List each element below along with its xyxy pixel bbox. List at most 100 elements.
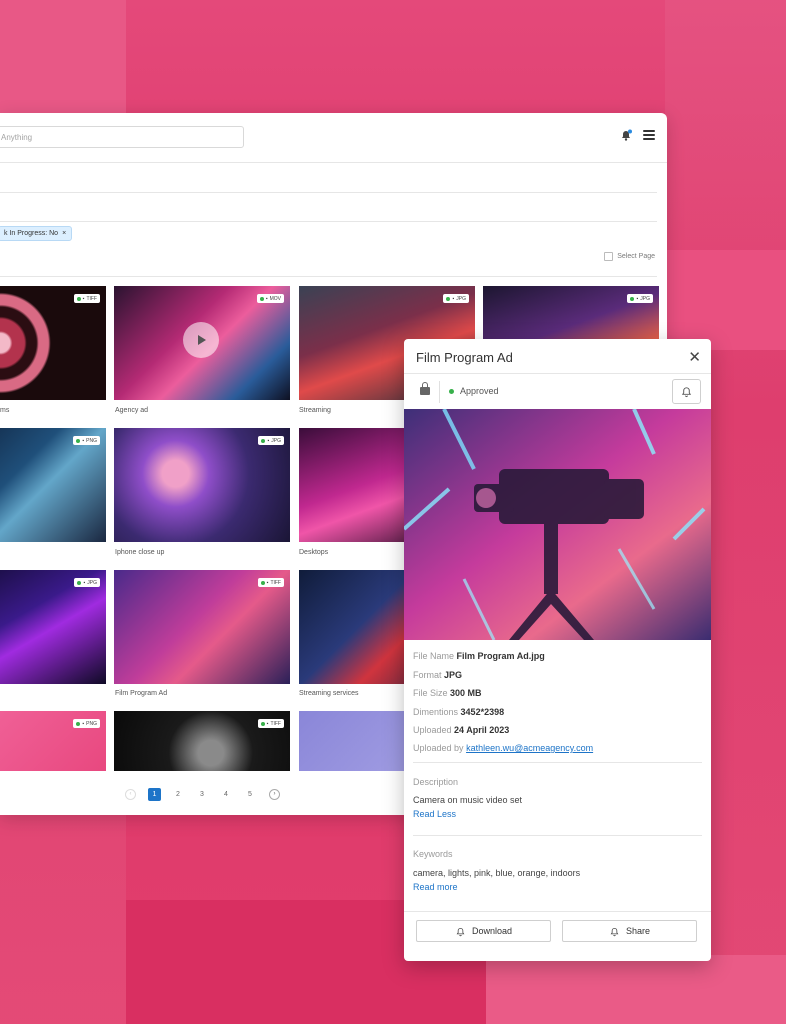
format-row: Format JPG [413,670,463,680]
download-label: Download [471,926,513,936]
asset-caption: Agency ad [115,407,149,414]
bg-block [0,0,126,115]
asset-caption: ms [0,407,10,414]
read-less-link[interactable]: Read Less [413,809,456,819]
asset-detail-panel: Film Program Ad ✕ Approved File Name Fil… [404,339,711,961]
lock-icon: ▪ [267,437,270,444]
divider [0,162,667,163]
asset-preview-image [404,409,711,640]
camera-rig-image [404,409,711,640]
page-4[interactable]: 4 [214,791,238,798]
file-name-row: File Name Film Program Ad.jpg [413,651,545,661]
asset-thumbnail[interactable]: ▪ TIFF [0,286,106,400]
read-more-link[interactable]: Read more [413,882,458,892]
divider [404,911,711,912]
asset-caption: Film Program Ad [115,690,168,697]
filter-chip[interactable]: k In Progress: No × [0,226,73,241]
status-dot [76,721,81,726]
header-icons [619,128,655,142]
divider [439,381,440,403]
asset-caption: Desktops [299,549,329,556]
bell-icon [681,387,692,398]
share-button[interactable]: Share [562,920,697,942]
format-badge: ▪ JPG [74,578,100,587]
menu-icon[interactable] [643,130,655,140]
prev-page-icon[interactable]: ‹ [125,789,136,800]
play-icon[interactable] [183,322,219,358]
uploader-email-link[interactable]: kathleen.wu@acmeagency.com [466,743,593,753]
notification-bell-icon[interactable] [619,128,633,142]
lock-icon: ▪ [266,579,269,586]
search-input[interactable]: Anything [0,126,244,148]
close-icon[interactable]: ✕ [688,348,701,366]
lock-icon: ▪ [265,295,268,302]
bell-icon [610,927,619,936]
status-dot [261,438,266,443]
bg-block [665,250,786,350]
asset-thumbnail[interactable]: ▪ PNG [0,428,106,542]
divider [413,762,702,763]
keywords-label: Keywords [413,849,453,859]
status-dot [76,438,81,443]
lock-icon: ▪ [82,437,85,444]
format-badge: ▪ JPG [258,436,284,445]
share-label: Share [625,926,651,936]
format-badge: ▪ JPG [627,294,653,303]
select-page[interactable]: Select Page [604,252,655,261]
divider [0,276,657,277]
lock-icon[interactable] [420,382,430,395]
format-badge: ▪ PNG [73,436,100,445]
divider [0,192,657,193]
bell-icon [456,927,465,936]
lock-icon: ▪ [636,295,639,302]
lock-icon: ▪ [452,295,455,302]
status-dot [446,296,451,301]
status-dot [76,296,81,301]
asset-thumbnail[interactable]: ▪ PNG [0,711,106,771]
lock-icon: ▪ [82,720,85,727]
file-size-row: File Size 300 MB [413,688,482,698]
format-badge: ▪ TIFF [73,294,100,303]
asset-caption: Iphone close up [115,549,165,556]
status-dot [77,580,82,585]
status-dot [260,580,265,585]
format-badge: ▪ JPG [443,294,469,303]
page-3[interactable]: 3 [190,791,214,798]
page-2[interactable]: 2 [166,791,190,798]
description-text: Camera on music video set [413,795,523,805]
keywords-text: camera, lights, pink, blue, orange, indo… [413,868,581,878]
notify-button[interactable] [672,379,701,404]
format-badge: ▪ TIFF [257,719,284,728]
format-badge: ▪ TIFF [257,578,284,587]
status-badge: Approved [449,386,499,396]
next-page-icon[interactable]: › [269,789,280,800]
checkbox[interactable] [604,252,614,261]
divider [0,221,657,222]
dimensions-row: Dimentions 3452*2398 [413,707,505,717]
lock-icon: ▪ [82,295,85,302]
asset-caption: Streaming [299,407,331,414]
asset-thumbnail[interactable]: ▪ TIFF [114,570,290,684]
uploaded-by-row: Uploaded by kathleen.wu@acmeagency.com [413,743,594,753]
status-dot [449,388,454,394]
asset-thumbnail[interactable]: ▪ JPG [114,428,290,542]
page-1[interactable]: 1 [148,788,161,801]
download-button[interactable]: Download [416,920,551,942]
asset-thumbnail[interactable]: ▪ TIFF [114,711,290,771]
select-page-label: Select Page [617,253,655,260]
close-icon[interactable]: × [62,230,66,237]
page-5[interactable]: 5 [238,791,262,798]
description-label: Description [413,777,459,787]
asset-caption: Streaming services [299,690,359,697]
pagination: ‹ 1 2 3 4 5 › [118,788,287,801]
divider [404,373,711,374]
status-dot [259,296,264,301]
filter-chip-label: k In Progress: No [4,230,59,237]
asset-thumbnail[interactable]: ▪ JPG [0,570,106,684]
status-dot [630,296,635,301]
uploaded-row: Uploaded 24 April 2023 [413,725,510,735]
asset-thumbnail[interactable]: ▪ MOV [114,286,290,400]
lock-icon: ▪ [83,579,86,586]
lock-icon: ▪ [266,720,269,727]
status-dot [260,721,265,726]
